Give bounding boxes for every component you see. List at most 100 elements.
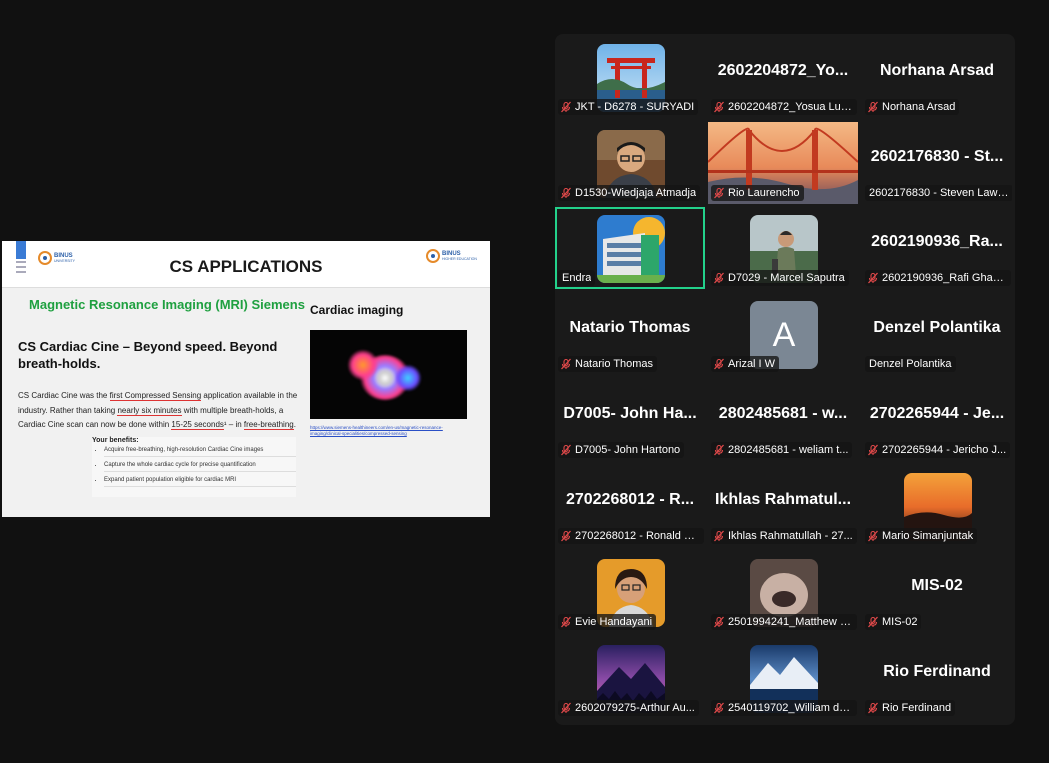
- participant-name: 2602079275-Arthur Au...: [575, 702, 695, 714]
- muted-mic-icon: [713, 187, 725, 199]
- participant-name-tag: Norhana Arsad: [865, 99, 960, 115]
- muted-mic-icon: [560, 187, 572, 199]
- slide-header: BINUS UNIVERSITY CS APPLICATIONS BINUS HIG…: [2, 241, 490, 288]
- muted-mic-icon: [867, 616, 879, 628]
- muted-mic-icon: [713, 530, 725, 542]
- participant-name-tag: 2802485681 - weliam t...: [711, 442, 853, 458]
- participant-name-tag: D7005- John Hartono: [558, 442, 685, 458]
- participant-tile[interactable]: 2602079275-Arthur Au...: [555, 637, 705, 719]
- body-text-highlight: first Compressed Sensing: [109, 391, 202, 401]
- body-text-part: ¹ – in: [223, 420, 244, 429]
- muted-mic-icon: [713, 616, 725, 628]
- body-text-highlight: free-breathing: [243, 420, 294, 430]
- participant-tile[interactable]: Mario Simanjuntak: [862, 465, 1012, 547]
- participant-name: 2501994241_Matthew F...: [728, 616, 853, 628]
- participant-name-tag: 2602176830 - Steven Lawr...: [865, 185, 1012, 201]
- participant-name-tag: Ikhlas Rahmatullah - 27...: [711, 528, 857, 544]
- participant-tile[interactable]: 2602190936_Ra... 2602190936_Rafi Ghazi B.…: [862, 207, 1012, 289]
- participant-name-tag: Denzel Polantika: [865, 356, 956, 372]
- participant-tile[interactable]: 2702268012 - R... 2702268012 - Ronald C..…: [555, 465, 705, 547]
- participant-tile[interactable]: D7029 - Marcel Saputra: [708, 207, 858, 289]
- participant-tile[interactable]: D1530-Wiedjaja Atmadja: [555, 122, 705, 204]
- muted-mic-icon: [713, 272, 725, 284]
- binus-logo-right: BINUS HIGHER EDUCATION: [426, 249, 477, 263]
- participant-name: Endra: [562, 272, 592, 284]
- participant-tile[interactable]: A Arizal I W: [708, 293, 858, 375]
- participant-name-tag: 2602204872_Yosua Lum...: [711, 99, 857, 115]
- participant-name: 2602176830 - Steven Lawr...: [869, 187, 1009, 199]
- participant-display-name: MIS-02: [911, 577, 963, 594]
- participant-tile[interactable]: 2540119702_William deli...: [708, 637, 858, 719]
- participant-tile[interactable]: Ikhlas Rahmatul... Ikhlas Rahmatullah - 2…: [708, 465, 858, 547]
- participant-name-tag: Arizal I W: [711, 356, 780, 372]
- muted-mic-icon: [560, 444, 572, 456]
- cardiac-heading: Cardiac imaging: [310, 303, 404, 317]
- participant-display-name: 2602190936_Ra...: [871, 233, 1003, 250]
- participant-name-tag: 2602079275-Arthur Au...: [558, 700, 699, 716]
- participant-name-tag: D1530-Wiedjaja Atmadja: [558, 185, 701, 201]
- participant-tile[interactable]: D7005- John Ha... D7005- John Hartono: [555, 379, 705, 461]
- participant-name-tag: Rio Ferdinand: [865, 700, 956, 716]
- participant-display-name: Natario Thomas: [569, 319, 691, 336]
- participant-name-tag: Rio Laurencho: [711, 185, 804, 201]
- muted-mic-icon: [560, 358, 572, 370]
- body-text-highlight: 15-25 seconds: [171, 420, 224, 430]
- muted-mic-icon: [867, 530, 879, 542]
- participant-name-tag: Mario Simanjuntak: [865, 528, 978, 544]
- participant-tile[interactable]: Denzel Polantika Denzel Polantika: [862, 293, 1012, 375]
- participant-display-name: Norhana Arsad: [879, 62, 995, 79]
- participant-tile[interactable]: Rio Ferdinand Rio Ferdinand: [862, 637, 1012, 719]
- benefits-heading: Your benefits:: [92, 437, 139, 444]
- participant-name: Ikhlas Rahmatullah - 27...: [728, 530, 853, 542]
- participant-display-name: D7005- John Ha...: [563, 405, 697, 422]
- participant-name: MIS-02: [882, 616, 918, 628]
- participant-name: 2702265944 - Jericho J...: [882, 444, 1007, 456]
- participant-tile[interactable]: JKT - D6278 - SURYADI: [555, 36, 705, 118]
- body-text-highlight: nearly six minutes: [117, 405, 182, 416]
- muted-mic-icon: [560, 702, 572, 714]
- participant-tile[interactable]: 2802485681 - w... 2802485681 - weliam t..…: [708, 379, 858, 461]
- participant-display-name: Rio Ferdinand: [883, 663, 991, 680]
- slide-title: CS APPLICATIONS: [169, 257, 323, 276]
- participant-display-name: 2702268012 - R...: [565, 491, 695, 508]
- participant-name: JKT - D6278 - SURYADI: [575, 101, 695, 113]
- participant-name-tag: 2702265944 - Jericho J...: [865, 442, 1011, 458]
- participant-name-tag: Natario Thomas: [558, 356, 658, 372]
- participant-gallery: JKT - D6278 - SURYADI 2602204872_Yo... 260…: [555, 34, 1015, 725]
- participant-display-name: 2602176830 - St...: [870, 148, 1004, 165]
- participant-name: Norhana Arsad: [882, 101, 956, 113]
- shared-slide: BINUS UNIVERSITY CS APPLICATIONS BINUS HIG…: [2, 241, 490, 517]
- participant-name: 2802485681 - weliam t...: [728, 444, 849, 456]
- participant-tile[interactable]: Norhana Arsad Norhana Arsad: [862, 36, 1012, 118]
- participant-tile[interactable]: Evie Handayani: [555, 551, 705, 633]
- participant-tile[interactable]: 2501994241_Matthew F...: [708, 551, 858, 633]
- participant-display-name: 2602204872_Yo...: [717, 62, 849, 79]
- muted-mic-icon: [713, 358, 725, 370]
- participant-tile[interactable]: 2602204872_Yo... 2602204872_Yosua Lum...: [708, 36, 858, 118]
- benefit-item: Acquire free-breathing, high-resolution …: [104, 447, 296, 457]
- body-text-part: CS Cardiac Cine was the: [18, 391, 110, 400]
- participant-tile[interactable]: 2602176830 - St... 2602176830 - Steven La…: [862, 122, 1012, 204]
- muted-mic-icon: [713, 702, 725, 714]
- participant-name: 2702268012 - Ronald C...: [575, 530, 700, 542]
- participant-name: Natario Thomas: [575, 358, 654, 370]
- participant-tile[interactable]: Rio Laurencho: [708, 122, 858, 204]
- participant-tile[interactable]: MIS-02 MIS-02: [862, 551, 1012, 633]
- participant-name-tag: 2602190936_Rafi Ghazi B...: [865, 270, 1011, 286]
- participant-tile[interactable]: Natario Thomas Natario Thomas: [555, 293, 705, 375]
- participant-display-name: 2802485681 - w...: [718, 405, 848, 422]
- participant-name-tag: Endra: [558, 270, 596, 286]
- reference-link[interactable]: https://www.siemens-healthineers.com/en-…: [310, 425, 470, 437]
- muted-mic-icon: [867, 444, 879, 456]
- muted-mic-icon: [713, 101, 725, 113]
- participant-name-tag: 2702268012 - Ronald C...: [558, 528, 704, 544]
- participant-tile[interactable]: 2702265944 - Je... 2702265944 - Jericho J…: [862, 379, 1012, 461]
- participant-tile[interactable]: Endra: [555, 207, 705, 289]
- muted-mic-icon: [867, 101, 879, 113]
- participant-name-tag: JKT - D6278 - SURYADI: [558, 99, 699, 115]
- participant-name: D1530-Wiedjaja Atmadja: [575, 187, 697, 199]
- muted-mic-icon: [867, 702, 879, 714]
- body-text-part: .: [293, 420, 296, 429]
- cardiac-image: [310, 330, 467, 419]
- participant-name: Denzel Polantika: [869, 358, 952, 370]
